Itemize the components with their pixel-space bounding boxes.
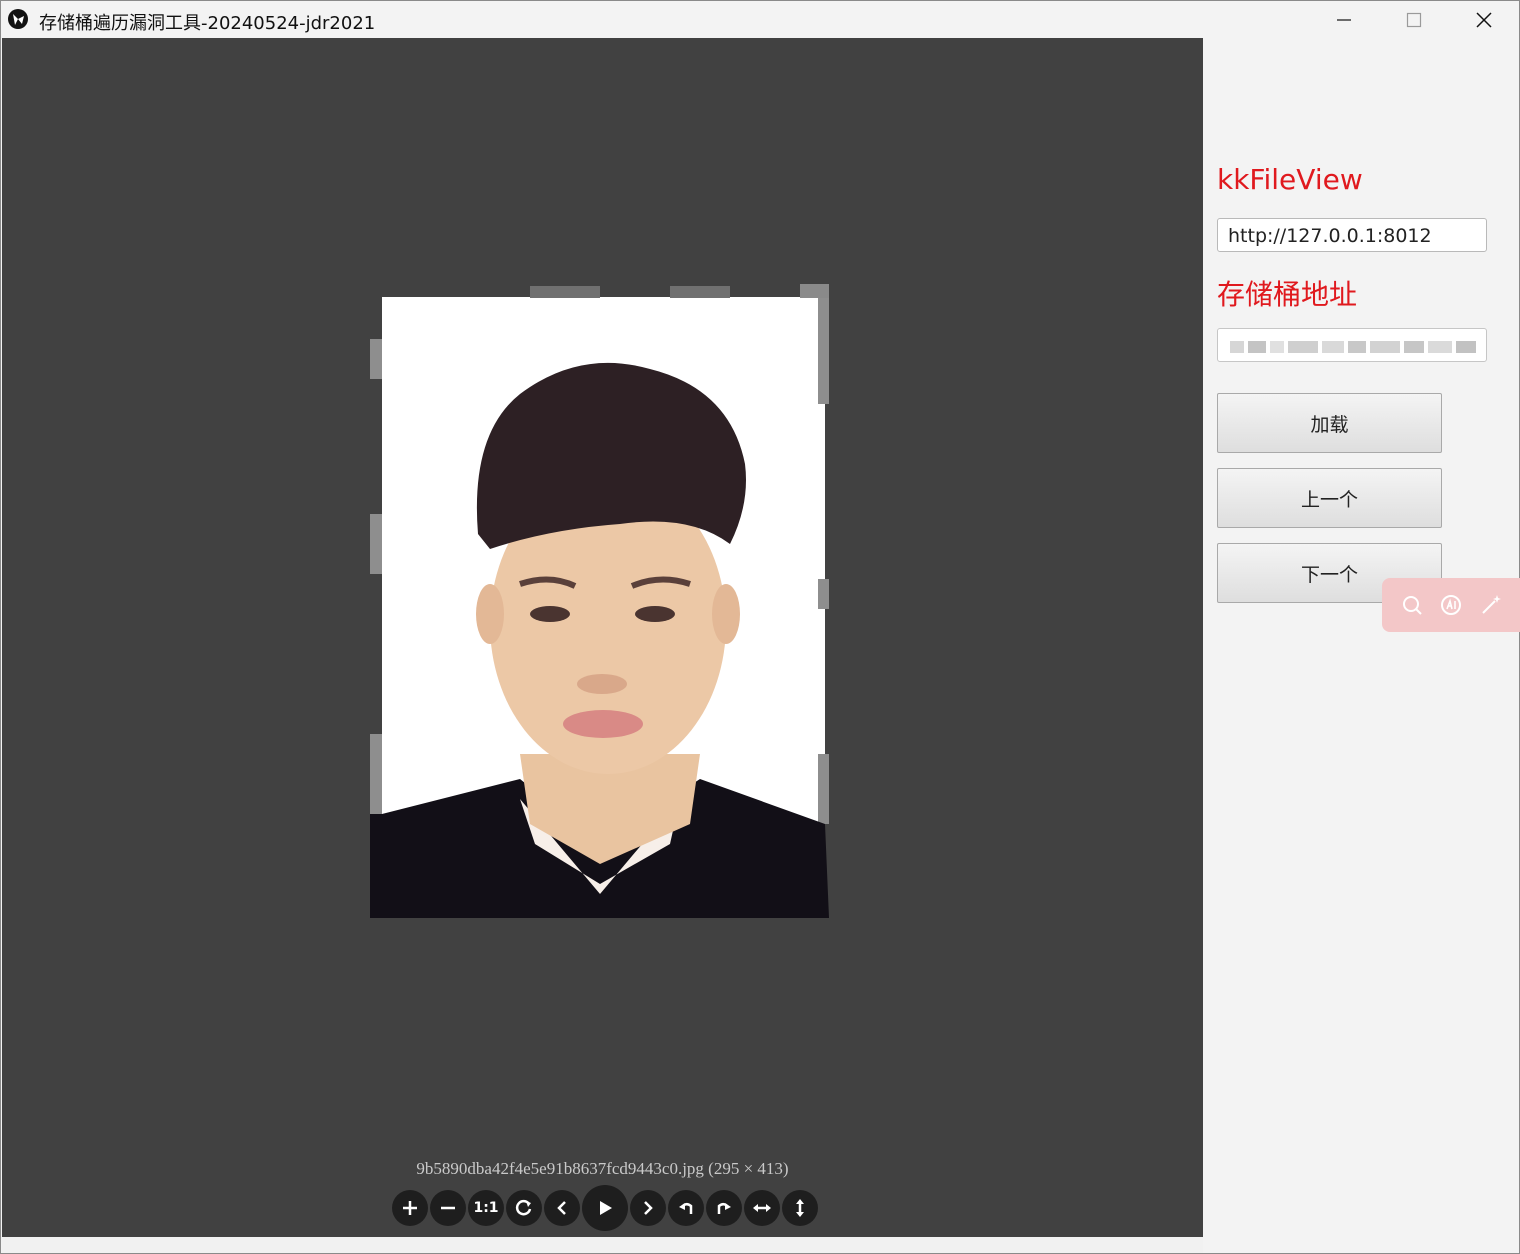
- close-icon: [1476, 11, 1492, 28]
- zoom-out-icon: [441, 1206, 455, 1210]
- title-bar: 存储桶遍历漏洞工具-20240524-jdr2021: [1, 1, 1519, 38]
- play-icon: [600, 1201, 612, 1215]
- zoom-in-icon: [403, 1201, 417, 1215]
- one-to-one-icon: 1:1: [473, 1200, 499, 1216]
- bucket-address-input[interactable]: [1217, 328, 1487, 362]
- window-title: 存储桶遍历漏洞工具-20240524-jdr2021: [39, 13, 376, 34]
- maximize-icon: [1406, 12, 1422, 27]
- magic-wand-icon[interactable]: [1479, 593, 1503, 617]
- flip-vertical-icon: [796, 1199, 804, 1217]
- image-caption: 9b5890dba42f4e5e91b8637fcd9443c0.jpg (29…: [416, 1159, 789, 1178]
- close-button[interactable]: [1449, 1, 1519, 38]
- flip-vertical-button[interactable]: [782, 1190, 818, 1226]
- app-window: 存储桶遍历漏洞工具-20240524-jdr2021 9b5890dba42f4…: [0, 0, 1520, 1254]
- one-to-one-button[interactable]: 1:1: [468, 1190, 504, 1226]
- next-button[interactable]: [630, 1190, 666, 1226]
- reset-icon: [515, 1199, 532, 1216]
- previous-icon: [557, 1201, 566, 1215]
- play-button[interactable]: [582, 1185, 628, 1231]
- zoom-out-button[interactable]: [430, 1190, 466, 1226]
- zoom-in-button[interactable]: [392, 1190, 428, 1226]
- control-panel: kkFileView http://127.0.0.1:8012 存储桶地址 加…: [1203, 38, 1519, 1253]
- minimize-icon: [1337, 18, 1351, 21]
- image-viewer: 9b5890dba42f4e5e91b8637fcd9443c0.jpg (29…: [2, 38, 1203, 1237]
- app-icon: [8, 9, 28, 29]
- kkfileview-label: kkFileView: [1217, 163, 1363, 196]
- redacted-text: [1230, 341, 1476, 353]
- minimize-button[interactable]: [1309, 1, 1379, 38]
- viewer-toolbar: 1:1: [392, 1185, 818, 1231]
- previous-button[interactable]: [544, 1190, 580, 1226]
- flip-horizontal-button[interactable]: [744, 1190, 780, 1226]
- flip-horizontal-icon: [753, 1204, 771, 1212]
- window-bottom-edge: [2, 1237, 1203, 1253]
- reset-button[interactable]: [506, 1190, 542, 1226]
- rotate-right-icon: [717, 1203, 731, 1214]
- maximize-button[interactable]: [1379, 1, 1449, 38]
- search-icon[interactable]: [1400, 593, 1424, 617]
- kkfileview-url-input[interactable]: http://127.0.0.1:8012: [1217, 218, 1487, 252]
- next-icon: [644, 1201, 653, 1215]
- rotate-right-button[interactable]: [706, 1190, 742, 1226]
- previous-item-button[interactable]: 上一个: [1217, 468, 1442, 528]
- rotate-left-button[interactable]: [668, 1190, 704, 1226]
- portrait-photo[interactable]: [370, 284, 829, 918]
- load-button[interactable]: 加载: [1217, 393, 1442, 453]
- bucket-address-label: 存储桶地址: [1217, 278, 1358, 311]
- floating-assistant-bar: [1382, 578, 1520, 632]
- rotate-left-icon: [679, 1203, 693, 1214]
- ai-icon[interactable]: [1439, 593, 1463, 617]
